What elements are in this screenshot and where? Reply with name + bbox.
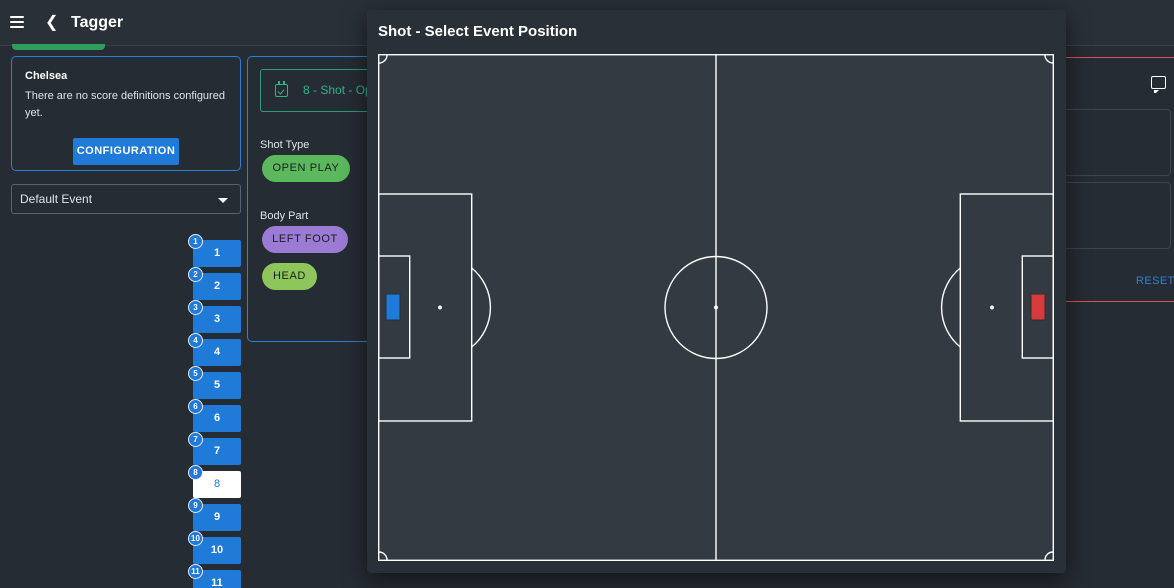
center-spot [714, 305, 718, 310]
player-number-badge: 11 [188, 564, 203, 579]
comment-icon[interactable] [1151, 76, 1166, 93]
event-selector-field[interactable]: 8 - Shot - Op [260, 69, 380, 112]
body-part-label: Body Part [260, 210, 309, 222]
open-play-chip[interactable]: OPEN PLAY [262, 155, 350, 182]
team-name: Chelsea [25, 70, 68, 82]
player-number-badge: 8 [188, 465, 203, 480]
shot-type-label: Shot Type [260, 139, 310, 151]
player-number-badge: 9 [188, 498, 203, 513]
no-score-definitions-message: There are no score definitions configure… [25, 90, 225, 119]
calendar-check-icon [275, 81, 288, 97]
player-number-badge: 3 [188, 300, 203, 315]
red-divider-top [1060, 57, 1174, 58]
event-selector-value: 8 - Shot - Op [303, 83, 372, 97]
right-input-box-2[interactable] [1060, 182, 1171, 249]
red-divider-bottom [1060, 301, 1174, 302]
player-number-badge: 6 [188, 399, 203, 414]
head-chip[interactable]: HEAD [262, 263, 317, 290]
left-goal-marker[interactable] [385, 293, 401, 321]
right-goal-marker[interactable] [1030, 293, 1046, 321]
select-event-position-dialog: Shot - Select Event Position [367, 10, 1066, 573]
left-penalty-spot [438, 305, 442, 310]
page-title: Tagger [71, 14, 124, 31]
player-number-badge: 7 [188, 432, 203, 447]
right-side-panel: RESET [1060, 56, 1174, 306]
reset-button[interactable]: RESET [1136, 275, 1174, 287]
team-score-card: Chelsea There are no score definitions c… [11, 56, 241, 171]
player-number-badge: 2 [188, 267, 203, 282]
event-type-select[interactable]: Default Event [11, 184, 241, 214]
configuration-button[interactable]: CONFIGURATION [73, 138, 179, 165]
player-number-badge: 5 [188, 366, 203, 381]
dropdown-caret-icon [218, 198, 228, 203]
player-number-badge: 1 [188, 234, 203, 249]
football-pitch[interactable] [378, 54, 1054, 561]
dialog-title: Shot - Select Event Position [378, 23, 578, 40]
green-tab-indicator[interactable] [12, 44, 105, 50]
right-input-box-1[interactable] [1060, 109, 1171, 176]
player-number-badge: 10 [188, 531, 203, 546]
player-number-badge: 4 [188, 333, 203, 348]
chevron-left-icon[interactable]: ❮ [45, 14, 59, 32]
event-type-select-value: Default Event [20, 192, 93, 206]
left-foot-chip[interactable]: LEFT FOOT [262, 226, 348, 253]
hamburger-menu-icon[interactable] [10, 16, 24, 28]
event-detail-panel: 8 - Shot - Op Shot Type OPEN PLAY Body P… [247, 56, 380, 342]
right-penalty-spot [990, 305, 994, 310]
